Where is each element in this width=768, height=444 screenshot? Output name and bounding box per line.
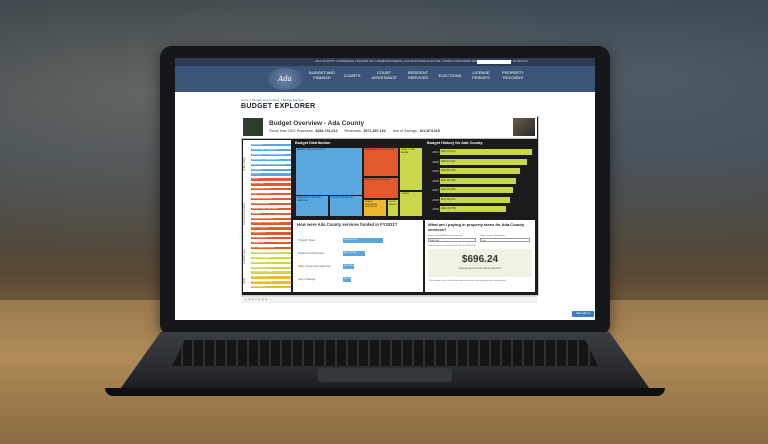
treemap-cell-trial-court[interactable]: TRIAL COURT ADMIN [399,147,423,191]
history-year-label: 2016 [432,197,439,202]
sidebar-row[interactable]: PARKS & WATERWAYS [251,281,291,284]
sidebar-row[interactable]: COURT TRIAL TRANSPORT [251,148,291,152]
funded-bar[interactable]: $12,874,019 [343,277,356,282]
history-bar[interactable]: $246,513,222 [440,168,520,174]
history-bar[interactable]: $235,018,449 [440,177,516,184]
history-bar[interactable]: $226,412,901 [440,187,514,193]
sidebar-row[interactable]: ASSESSOR [251,144,291,147]
sidebar-row[interactable]: OPERATIONS [251,232,291,235]
sidebar-row[interactable]: 911 COMMUNICATIONS [251,246,291,250]
history-year-label: 2021 [432,150,439,154]
funded-bar[interactable]: $82,713,029 [343,251,366,256]
history-year-label: 2015 [432,207,439,211]
treemap-cell-solid-waste[interactable]: SOLID WASTE [387,199,399,217]
fiscal-year: Fiscal Year 2021 [269,129,296,133]
history-year-label: 2018 [432,178,439,183]
history-bar[interactable]: $284,731,212 [440,149,532,155]
sidebar-row[interactable]: EMERGENCY MANAGEMENT [251,158,291,162]
home-value-input[interactable]: $300,000 [428,238,476,242]
sidebar-row[interactable]: INDIGENT SERVICES [251,197,291,201]
savings-value: $12,874,019 [419,129,440,133]
sidebar-row[interactable]: ELECTIONS [251,183,291,186]
history-bar[interactable]: $268,424,921 [440,158,527,165]
treemap-cell-other[interactable]: OTHER [399,191,423,217]
tax-result-value: $696.24 [461,254,499,265]
sidebar-row[interactable]: WEED CONTROL [251,276,291,279]
treemap-cell-public-defender[interactable]: PUBLIC DEFENDER $14,900,000 [363,199,387,217]
laptop-keyboard [172,340,598,366]
exemption-label: Home Owner's Exemption [480,235,506,237]
treemap-cell-juvenile[interactable]: JUVENILE $5,980,081 [329,195,363,217]
sidebar-tab-general-government[interactable]: General Government [243,186,250,242]
sidebar-row[interactable]: CLERK'S AUDITOR [251,188,291,191]
sidebar-row[interactable]: HUMAN RESOURCES [251,217,291,220]
expenses-label: Expenses: [296,129,314,133]
sidebar-row[interactable]: ADMIN [251,178,291,181]
funded-source-label: Department Revenues [298,252,324,255]
funded-source-label: Property Taxes [298,239,316,242]
sidebar-tab-judicial[interactable]: Judicial/Legal [243,244,250,270]
chat-button[interactable]: Chat with us [572,311,594,317]
history-title: Budget History for Ada County [427,141,483,145]
funded-bar[interactable]: $40,482,164 [343,264,356,269]
expenses-value: $284,731,212 [315,129,338,133]
sidebar-row[interactable]: COMMISSIONERS [251,202,291,206]
distribution-title: Budget Distribution [295,141,331,145]
tax-title: What am I paying in property taxes for A… [428,222,525,232]
county-seal-thumbnail [243,118,263,136]
market-value-note: *Market value is reduced by $100,000 up … [428,245,476,247]
funded-source-label: Use of Savings [298,278,316,281]
sidebar-row[interactable]: COMMUNITY SUPERVISION [251,251,291,255]
dashboard-title: Budget Overview - Ada County [269,120,365,127]
tax-result-caption: property taxes for Ada County Services* [458,267,502,270]
sidebar-row[interactable]: SOLID WASTE [251,286,291,289]
sidebar-tab-public-safety[interactable]: Public Safety [243,144,250,184]
tax-disclaimer: *This estimate is not a final bill and d… [428,280,507,282]
funded-bar[interactable]: $148,662,000 [343,238,383,243]
sidebar-row[interactable]: PUBLIC DEFENDER [251,256,291,260]
tableau-logo[interactable]: + a b | e a u [245,297,267,301]
sidebar-row[interactable]: FINANCE [251,212,291,215]
home-value-label: Home Value ($500 for assessment)* [428,235,464,237]
revenues-label: Revenues: [344,129,362,133]
sidebar-tab-other[interactable]: Other [243,272,250,290]
laptop-trackpad [318,368,452,382]
sidebar-row[interactable]: SHERIFF [251,173,291,176]
sidebar-row[interactable]: TREASURER [251,242,291,245]
sidebar-row[interactable]: PROCUREMENT [251,237,291,240]
sidebar-row[interactable]: PROSECUTOR [251,261,291,264]
history-bar[interactable]: $204,334,788 [440,206,507,212]
sidebar-row[interactable]: BOARD OF COUNTY [251,193,291,196]
dashboard-summary: Fiscal Year 2021 Expenses: $284,731,212 R… [269,129,446,133]
sidebar-row[interactable]: PUBLIC HEALTH [251,266,291,269]
sidebar-row[interactable]: EMERGENCY COMMUNICATIONS [251,153,291,157]
courthouse-photo [513,118,535,136]
treemap-cell-admin[interactable]: ADMIN $10,718,919 3.8% [363,177,399,199]
history-year-label: 2017 [432,188,439,192]
sidebar-row[interactable]: EMERGENCY MEDICAL SERVICES [251,163,291,166]
history-bar[interactable]: $216,381,812 [440,196,510,203]
tableau-dashboard-layer: Budget Overview - Ada County Fiscal Year… [175,58,595,320]
sidebar-row[interactable]: INFORMATION TECHNOLOGY [251,222,291,225]
exemption-select[interactable]: Yes [480,238,530,242]
tableau-toolbar [241,296,537,303]
revenues-value: $271,857,193 [363,129,386,133]
sidebar-row[interactable]: MOTOR VEHICLE [251,227,291,230]
savings-label: Use of Savings: [392,129,418,133]
sidebar-row[interactable]: JUVENILE [251,168,291,171]
laptop-front-edge [105,388,665,396]
funded-panel [293,220,423,292]
treemap-cell-emergency-medical[interactable]: EMERGENCY MEDICAL SERVICES [295,195,329,217]
funded-source-label: Other Government Agencies [298,265,331,268]
history-year-label: 2019 [432,169,439,173]
history-year-label: 2020 [432,159,439,164]
sidebar-row[interactable]: DEVELOPMENT SERVICES [251,207,291,211]
funded-title: How were Ada County services funded in F… [297,222,398,227]
treemap-cell-assessor[interactable]: ASSESSOR $31,781,400 11% [363,147,399,177]
sidebar-row[interactable]: TRIAL COURT ADMIN [251,271,291,274]
